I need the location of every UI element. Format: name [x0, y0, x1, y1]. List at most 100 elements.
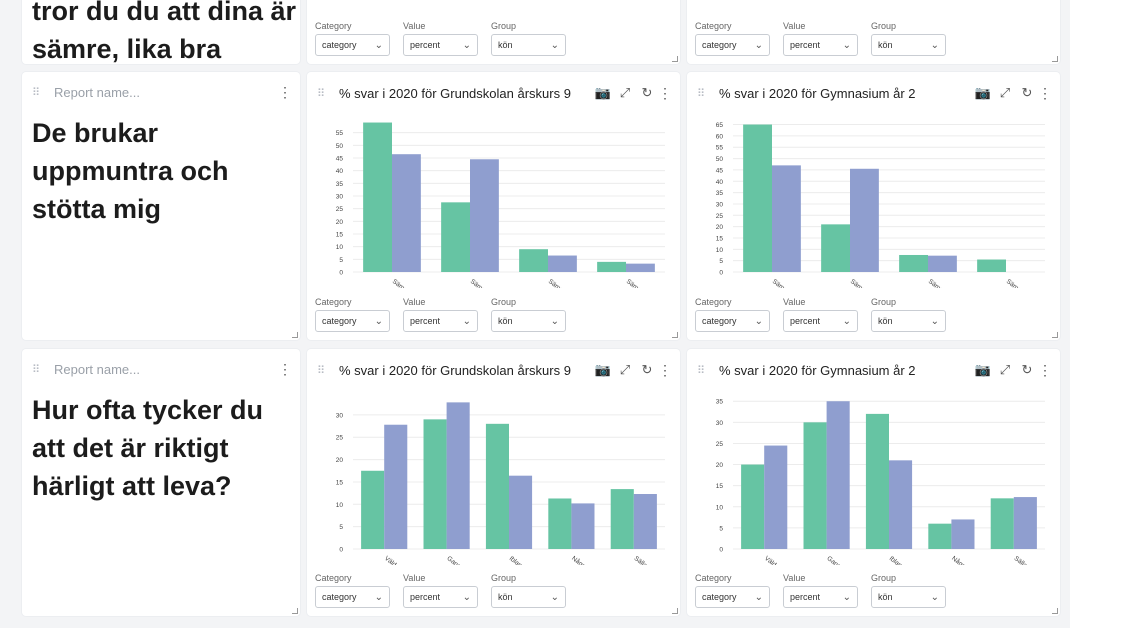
- group-select[interactable]: kön ⌄: [491, 586, 566, 608]
- camera-icon[interactable]: 📷: [592, 85, 614, 101]
- group-select[interactable]: kön ⌄: [491, 310, 566, 332]
- x-tick-label: Sämr: [1005, 278, 1022, 288]
- value-select[interactable]: percent ⌄: [403, 34, 478, 56]
- x-tick-label: Väld: [763, 555, 778, 565]
- resize-handle[interactable]: [292, 332, 298, 338]
- refresh-icon[interactable]: ↻: [636, 85, 658, 101]
- bar: [470, 159, 499, 272]
- group-select[interactable]: kön ⌄: [871, 586, 946, 608]
- report-name-input[interactable]: Report name...: [54, 362, 278, 377]
- y-tick-label: 25: [336, 206, 344, 213]
- resize-handle[interactable]: [672, 56, 678, 62]
- y-tick-label: 5: [719, 258, 723, 265]
- drag-handle-icon[interactable]: ⠿: [317, 364, 339, 377]
- category-select[interactable]: category ⌄: [695, 34, 770, 56]
- category-select[interactable]: category ⌄: [315, 34, 390, 56]
- value-select[interactable]: percent ⌄: [783, 34, 858, 56]
- expand-icon[interactable]: ⤢: [994, 362, 1016, 378]
- camera-icon[interactable]: 📷: [972, 362, 994, 378]
- refresh-icon[interactable]: ↻: [1016, 85, 1038, 101]
- kebab-menu-icon[interactable]: ⋮: [278, 361, 292, 378]
- bar: [361, 470, 385, 549]
- category-select[interactable]: category ⌄: [695, 310, 770, 332]
- category-select[interactable]: category ⌄: [695, 586, 770, 608]
- camera-icon[interactable]: 📷: [972, 85, 994, 101]
- group-select[interactable]: kön ⌄: [871, 34, 946, 56]
- bar: [446, 402, 470, 549]
- question-text: Hur ofta tycker du att det är riktigt hä…: [32, 395, 264, 501]
- resize-handle[interactable]: [1052, 608, 1058, 614]
- report-name-input[interactable]: Report name...: [54, 85, 278, 100]
- resize-handle[interactable]: [1052, 56, 1058, 62]
- chart-card-row-2-b: ⠿ % svar i 2020 för Gymnasium år 2 📷 ⤢ ↻…: [687, 349, 1060, 616]
- expand-icon[interactable]: ⤢: [614, 85, 636, 101]
- value-select[interactable]: percent ⌄: [403, 586, 478, 608]
- refresh-icon[interactable]: ↻: [636, 362, 658, 378]
- resize-handle[interactable]: [672, 608, 678, 614]
- y-tick-label: 0: [339, 270, 343, 277]
- y-tick-label: 50: [716, 156, 724, 163]
- bar: [548, 498, 572, 549]
- x-tick-label: Någo: [570, 554, 587, 565]
- kebab-menu-icon[interactable]: ⋮: [1038, 85, 1052, 102]
- group-select[interactable]: kön ⌄: [491, 34, 566, 56]
- y-tick-label: 40: [716, 179, 724, 186]
- y-tick-label: 30: [336, 412, 344, 419]
- chart-card-row-0-b: Category category ⌄ Value percent ⌄ Group …: [687, 0, 1060, 64]
- bar: [865, 413, 889, 549]
- camera-icon[interactable]: 📷: [592, 362, 614, 378]
- y-tick-label: 15: [336, 232, 344, 239]
- y-tick-label: 30: [716, 420, 724, 427]
- y-tick-label: 25: [336, 435, 344, 442]
- y-tick-label: 45: [336, 156, 344, 163]
- drag-handle-icon[interactable]: ⠿: [317, 87, 339, 100]
- drag-handle-icon[interactable]: ⠿: [32, 363, 54, 376]
- bar: [899, 254, 928, 272]
- chevron-down-icon: ⌄: [374, 39, 383, 51]
- chart-card-row-1-b: ⠿ % svar i 2020 för Gymnasium år 2 📷 ⤢ ↻…: [687, 72, 1060, 340]
- value-control: Value percent ⌄: [403, 297, 478, 332]
- chevron-down-icon: ⌄: [930, 315, 939, 327]
- category-select[interactable]: category ⌄: [315, 586, 390, 608]
- value-select[interactable]: percent ⌄: [403, 310, 478, 332]
- y-tick-label: 55: [716, 145, 724, 152]
- resize-handle[interactable]: [672, 332, 678, 338]
- group-control: Group kön ⌄: [491, 297, 566, 332]
- chart-title: % svar i 2020 för Grundskolan årskurs 9: [339, 85, 571, 101]
- value-select[interactable]: percent ⌄: [783, 586, 858, 608]
- value-select[interactable]: percent ⌄: [783, 310, 858, 332]
- expand-icon[interactable]: ⤢: [614, 362, 636, 378]
- bar: [850, 168, 879, 272]
- refresh-icon[interactable]: ↻: [1016, 362, 1038, 378]
- category-select[interactable]: category ⌄: [315, 310, 390, 332]
- kebab-menu-icon[interactable]: ⋮: [1038, 362, 1052, 379]
- chart-controls: Category category ⌄ Value percent ⌄ Group …: [315, 573, 579, 608]
- x-tick-label: Väld: [383, 555, 398, 565]
- drag-handle-icon[interactable]: ⠿: [32, 86, 54, 99]
- kebab-menu-icon[interactable]: ⋮: [658, 85, 672, 102]
- x-tick-label: Ibland: [508, 555, 527, 565]
- value-control: Value percent ⌄: [783, 297, 858, 332]
- group-select[interactable]: kön ⌄: [871, 310, 946, 332]
- x-tick-label: Sällan: [1013, 555, 1032, 565]
- drag-handle-icon[interactable]: ⠿: [697, 364, 719, 377]
- resize-handle[interactable]: [1052, 332, 1058, 338]
- x-tick-label: Någo: [950, 554, 967, 565]
- chart-card-row-2-a: ⠿ % svar i 2020 för Grundskolan årskurs …: [307, 349, 680, 616]
- bar: [610, 489, 634, 549]
- text-card-row-0: tror du du att dina är sämre, lika bra: [22, 0, 300, 64]
- bar: [392, 154, 421, 272]
- y-tick-label: 10: [716, 247, 724, 254]
- x-tick-label: Sämr: [927, 278, 944, 288]
- y-tick-label: 25: [716, 213, 724, 220]
- expand-icon[interactable]: ⤢: [994, 85, 1016, 101]
- x-tick-label: Sämr: [547, 278, 564, 288]
- y-tick-label: 30: [336, 194, 344, 201]
- resize-handle[interactable]: [292, 608, 298, 614]
- kebab-menu-icon[interactable]: ⋮: [658, 362, 672, 379]
- drag-handle-icon[interactable]: ⠿: [697, 87, 719, 100]
- kebab-menu-icon[interactable]: ⋮: [278, 84, 292, 101]
- category-control: Category category ⌄: [695, 573, 770, 608]
- group-control: Group kön ⌄: [871, 297, 946, 332]
- page-right-margin: [1070, 0, 1133, 628]
